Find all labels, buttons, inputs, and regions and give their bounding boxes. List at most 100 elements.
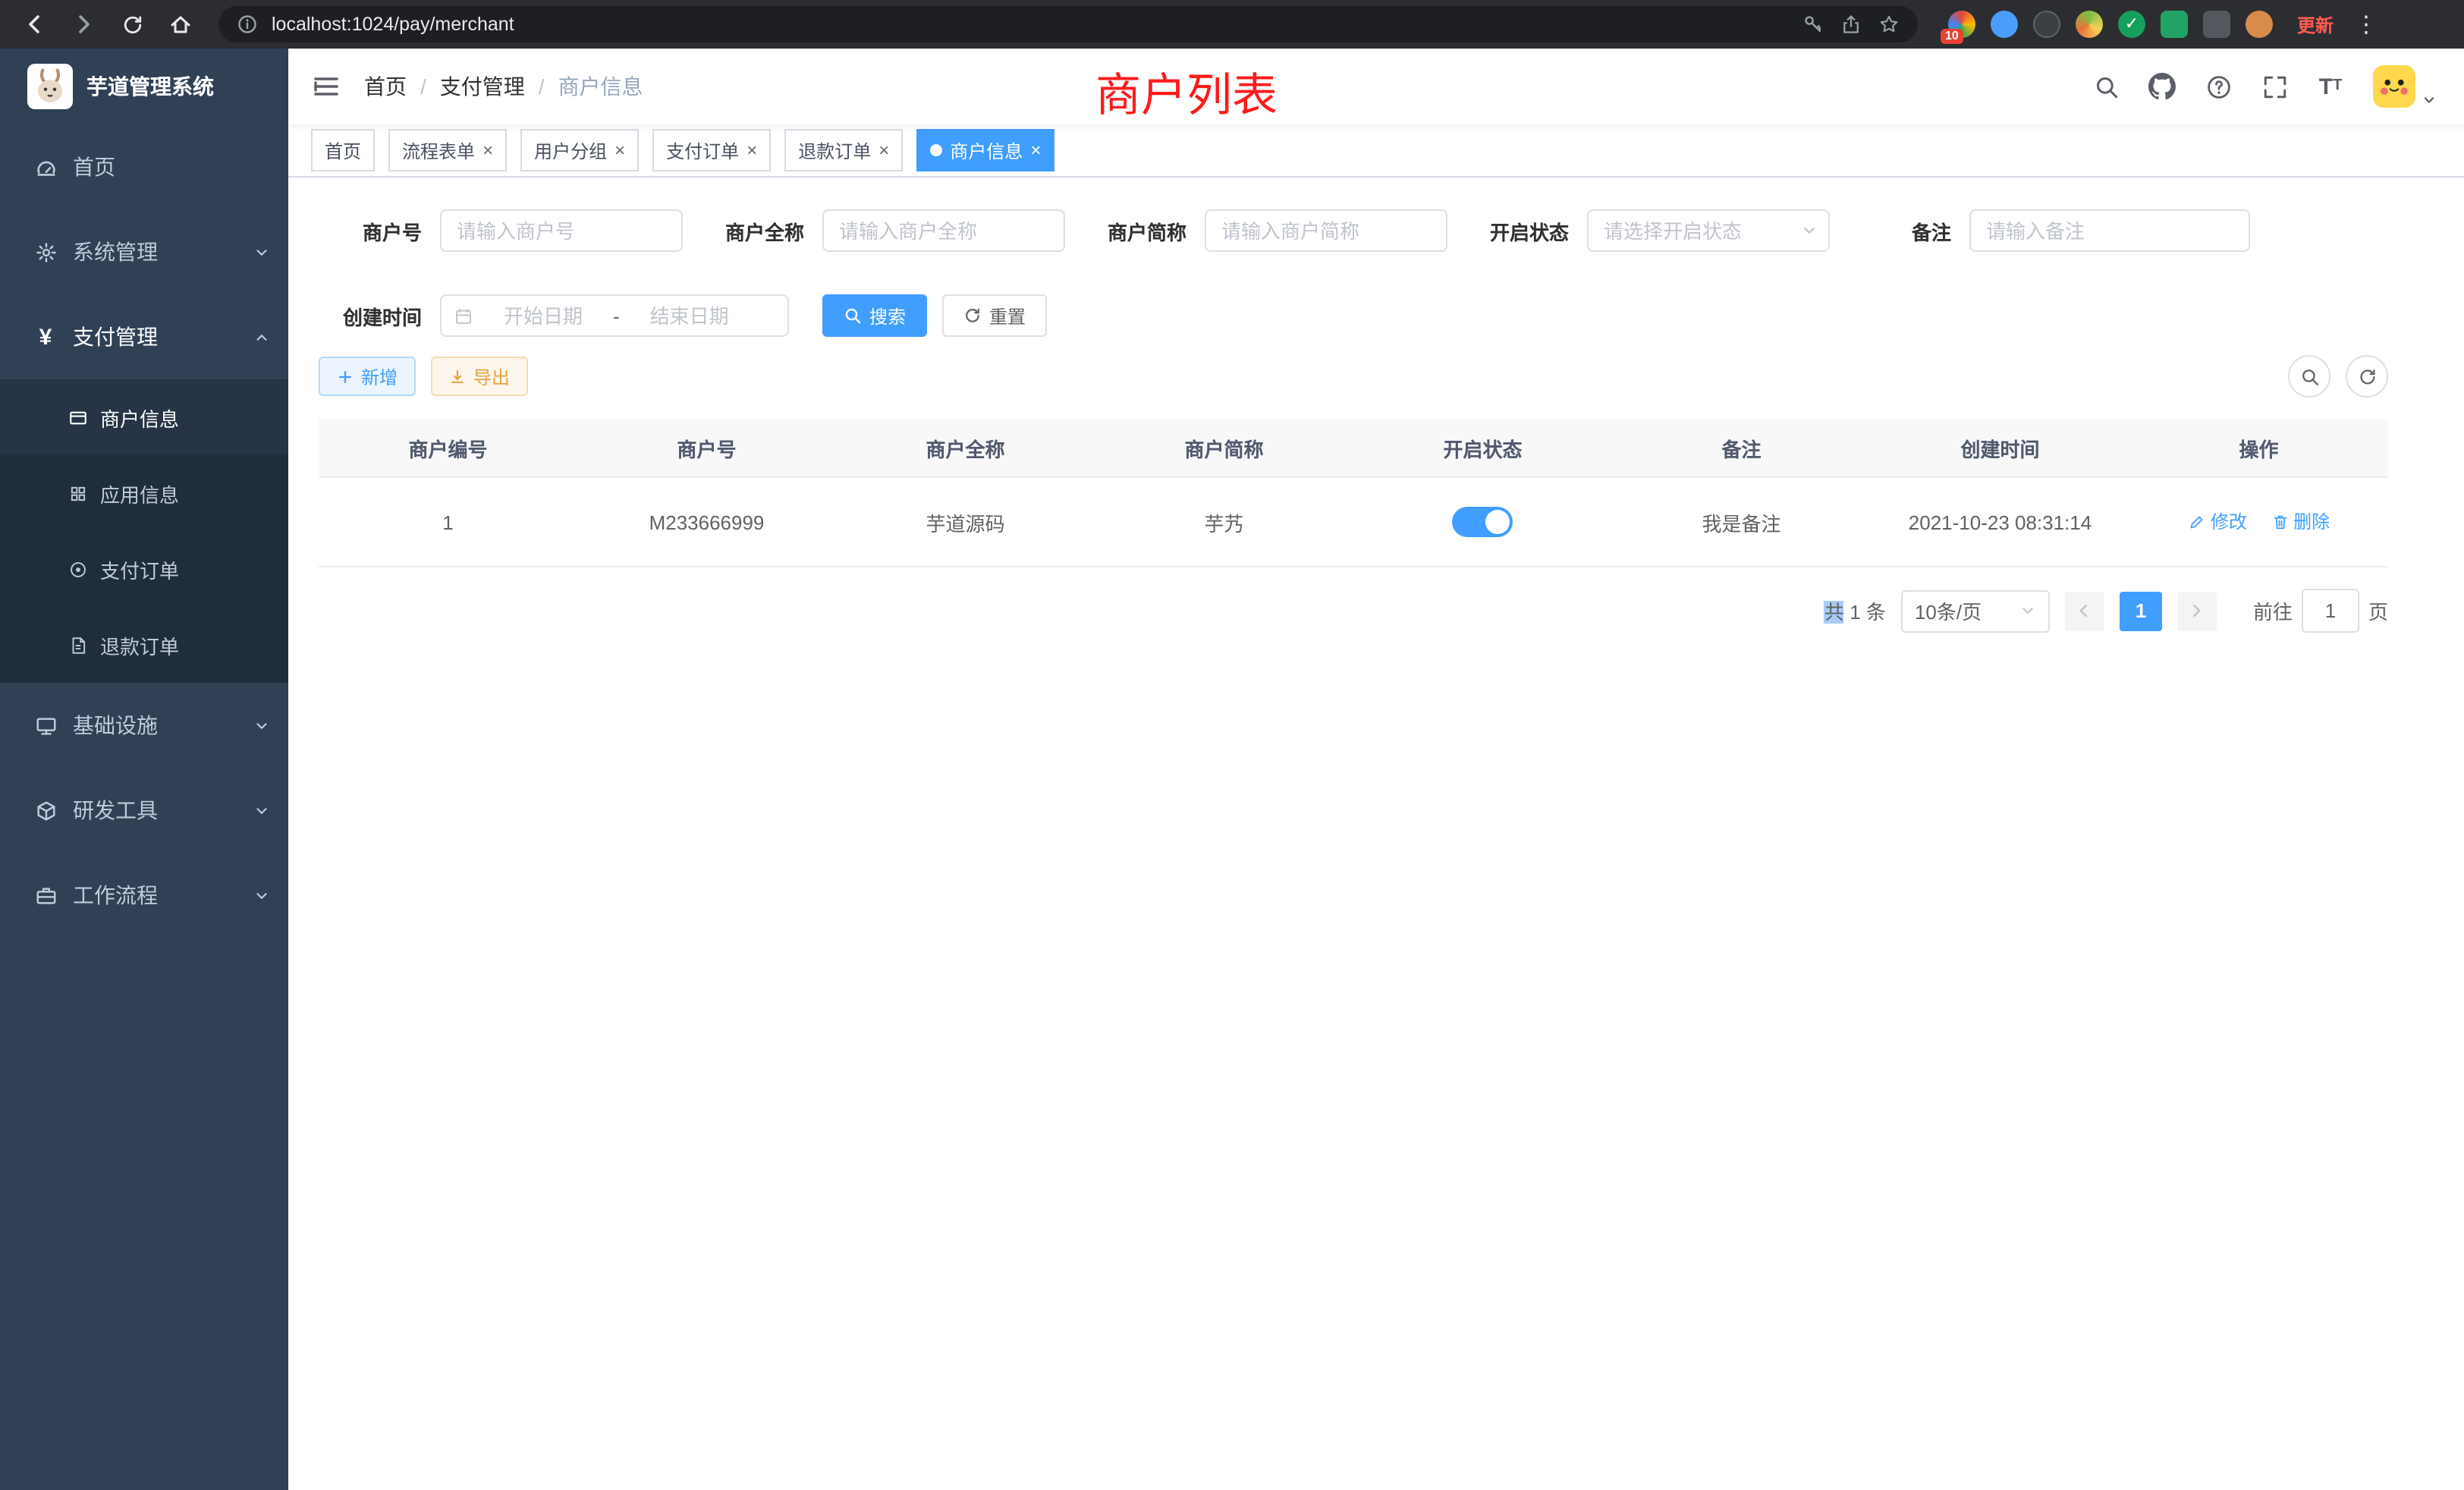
top-navbar: 首页 / 支付管理 / 商户信息 [288,49,2464,124]
extension-icon-1[interactable]: 10 [1948,11,1975,38]
close-icon[interactable]: × [482,141,493,159]
extension-icon-2[interactable] [1991,11,2018,38]
tab-label: 流程表单 [402,137,475,163]
tab-home[interactable]: 首页 [311,129,375,171]
tab-user-group[interactable]: 用户分组 × [520,129,639,171]
github-icon[interactable] [2148,73,2176,100]
home-icon[interactable] [161,5,200,44]
extension-icon-6[interactable] [2161,11,2188,38]
full-name-input[interactable] [822,209,1065,252]
close-icon[interactable]: × [878,141,889,159]
next-page-button[interactable] [2177,591,2217,630]
filter-label: 备注 [1848,216,1969,245]
page-1-button[interactable]: 1 [2120,591,2162,630]
url-bar[interactable]: localhost:1024/pay/merchant [218,6,1918,42]
filter-create-time: 创建时间 - [319,294,789,337]
filter-short-name: 商户简称 [1083,209,1447,252]
total-count: 1 [1850,601,1860,624]
cell-status [1353,477,1612,567]
filter-remark: 备注 [1848,209,2250,252]
refresh-icon[interactable] [2346,355,2388,398]
tab-pay-order[interactable]: 支付订单 × [652,129,771,171]
close-icon[interactable]: × [1030,141,1041,159]
url-text[interactable]: localhost:1024/pay/merchant [272,14,1789,35]
merchant-table: 商户编号 商户号 商户全称 商户简称 开启状态 备注 创建时间 操作 1 [319,419,2388,567]
extension-icon-3[interactable] [2033,11,2060,38]
end-date-input[interactable] [626,303,753,328]
browser-chrome: localhost:1024/pay/merchant 10 ✓ 更新 ⋮ [0,0,2464,49]
annotation-merchant-list: 商户列表 [1095,58,1278,124]
fullscreen-icon[interactable] [2261,73,2288,100]
briefcase-icon [33,883,58,907]
sidebar-item-infrastructure[interactable]: 基础设施 [0,683,288,768]
back-icon[interactable] [15,5,55,44]
add-button[interactable]: 新增 [319,357,416,396]
sidebar-item-payment[interactable]: ¥ 支付管理 [0,294,288,379]
goto-suffix: 页 [2368,596,2388,625]
date-range-picker[interactable]: - [440,294,789,337]
extensions-row: 10 ✓ [1948,11,2273,38]
filter-label: 商户号 [319,216,440,245]
short-name-input[interactable] [1205,209,1447,252]
merchant-no-input[interactable] [440,209,683,252]
extension-icon-8[interactable] [2246,11,2273,38]
password-key-icon[interactable] [1799,11,1827,38]
share-icon[interactable] [1837,11,1865,38]
reset-button[interactable]: 重置 [942,294,1047,337]
sidebar-item-system[interactable]: 系统管理 [0,209,288,294]
cell-create-time: 2021-10-23 08:31:14 [1871,477,2129,567]
filter-row-1: 商户号 商户全称 商户简称 开启状态 [319,209,2388,252]
date-separator: - [613,304,620,327]
font-size-icon[interactable]: TT [2317,73,2344,100]
export-button[interactable]: 导出 [431,357,528,396]
sidebar-item-label: 应用信息 [100,479,179,508]
tab-refund-order[interactable]: 退款订单 × [784,129,903,171]
tab-label: 首页 [325,137,361,163]
edit-link[interactable]: 修改 [2188,509,2247,535]
sidebar-item-dev-tools[interactable]: 研发工具 [0,768,288,853]
search-icon[interactable] [2092,73,2120,100]
sidebar-item-pay-order[interactable]: 支付订单 [0,531,288,607]
status-toggle[interactable] [1453,507,1513,537]
sidebar-item-app-info[interactable]: 应用信息 [0,455,288,531]
sidebar-item-workflow[interactable]: 工作流程 [0,853,288,938]
close-icon[interactable]: × [614,141,625,159]
grid-icon [67,483,88,504]
remark-input[interactable] [1969,209,2250,252]
sidebar-item-merchant-info[interactable]: 商户信息 [0,379,288,455]
extension-icon-7[interactable] [2203,11,2230,38]
col-remark: 备注 [1612,419,1871,477]
page-size-select[interactable]: 10条/页 [1901,589,2050,632]
start-date-input[interactable] [479,303,607,328]
filter-label: 开启状态 [1466,216,1587,245]
delete-link[interactable]: 删除 [2271,509,2330,535]
sidebar-toggle-icon[interactable] [288,71,364,102]
browser-menu-icon[interactable]: ⋮ [2355,11,2376,38]
tab-merchant-info[interactable]: 商户信息 × [916,129,1054,171]
user-menu[interactable] [2373,65,2437,108]
monitor-icon [33,713,58,737]
app-logo[interactable]: 芋道管理系统 [0,49,288,124]
search-toggle-icon[interactable] [2288,355,2330,398]
forward-icon[interactable] [64,5,103,44]
browser-update-button[interactable]: 更新 [2297,11,2334,37]
breadcrumb-home[interactable]: 首页 [364,71,407,102]
reload-icon[interactable] [112,5,152,44]
help-icon[interactable] [2205,73,2232,100]
sidebar-item-refund-order[interactable]: 退款订单 [0,607,288,683]
breadcrumb: 首页 / 支付管理 / 商户信息 [364,71,643,102]
close-icon[interactable]: × [746,141,757,159]
search-button[interactable]: 搜索 [822,294,927,337]
extension-icon-5[interactable]: ✓ [2118,11,2145,38]
status-select[interactable] [1587,209,1830,252]
goto-page-input[interactable] [2302,589,2359,633]
filter-full-name: 商户全称 [701,209,1065,252]
bookmark-star-icon[interactable] [1875,11,1903,38]
tab-process-form[interactable]: 流程表单 × [388,129,507,171]
site-info-icon[interactable] [234,11,261,38]
prev-page-button[interactable] [2065,591,2104,630]
breadcrumb-payment[interactable]: 支付管理 [440,71,525,102]
document-icon [67,634,88,655]
sidebar-item-home[interactable]: 首页 [0,124,288,209]
extension-icon-4[interactable] [2076,11,2103,38]
